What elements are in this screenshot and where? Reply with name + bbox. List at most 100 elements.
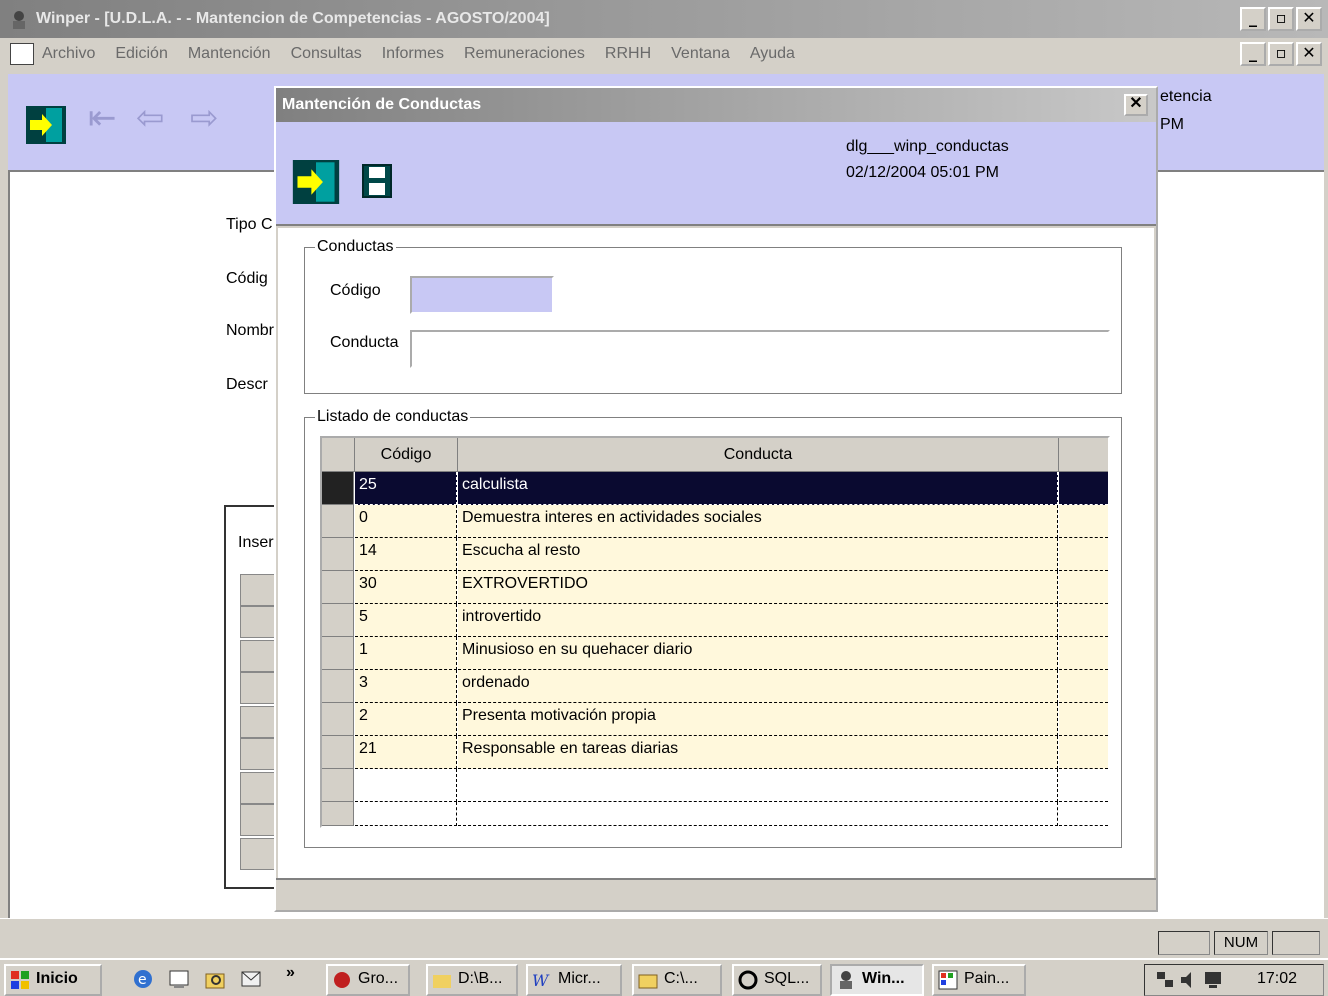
row-selector[interactable] [322, 703, 354, 736]
cell-conducta[interactable]: introvertido [458, 604, 1058, 637]
taskbar-chevron[interactable]: » [286, 964, 295, 982]
outlook-icon[interactable] [240, 968, 262, 990]
taskbar-button[interactable]: D:\B... [426, 964, 518, 996]
volume-icon[interactable] [1179, 970, 1199, 990]
codigo-input[interactable] [410, 276, 554, 314]
cell-empty [1059, 703, 1108, 736]
table-row[interactable]: 1 Minusioso en su quehacer diario [322, 637, 1108, 670]
windows-logo-icon [11, 971, 29, 989]
app-title-bar: Winper - [U.D.L.A. - - Mantencion de Com… [0, 0, 1328, 38]
table-row[interactable]: 3 ordenado [322, 670, 1108, 703]
cell-empty [1059, 769, 1108, 802]
row-selector[interactable] [322, 736, 354, 769]
cell-conducta[interactable]: calculista [458, 472, 1058, 505]
cell-codigo[interactable]: 1 [355, 637, 457, 670]
table-row[interactable]: 21 Responsable en tareas diarias [322, 736, 1108, 769]
sql-icon [738, 970, 758, 990]
row-selector[interactable] [322, 637, 354, 670]
table-row[interactable]: 30 EXTROVERTIDO [322, 571, 1108, 604]
cell-conducta[interactable]: Responsable en tareas diarias [458, 736, 1058, 769]
dialog-close-button[interactable]: ✕ [1124, 94, 1148, 116]
cell-conducta[interactable]: Presenta motivación propia [458, 703, 1058, 736]
first-record-icon[interactable]: ⇤ [88, 98, 117, 138]
taskbar-button[interactable]: W Micr... [526, 964, 622, 996]
cell-conducta[interactable] [458, 769, 1058, 802]
col-header-conducta[interactable]: Conducta [458, 438, 1059, 472]
menu-consultas[interactable]: Consultas [291, 45, 362, 63]
table-row[interactable]: 14 Escucha al resto [322, 538, 1108, 571]
cell-codigo[interactable] [355, 769, 457, 802]
taskbar-button[interactable]: Pain... [932, 964, 1026, 996]
row-selector[interactable] [322, 505, 354, 538]
cell-codigo[interactable]: 2 [355, 703, 457, 736]
listado-group-label: Listado de conductas [317, 408, 469, 425]
cell-codigo[interactable]: 0 [355, 505, 457, 538]
col-header-codigo[interactable]: Código [355, 438, 458, 472]
cell-conducta[interactable]: EXTROVERTIDO [458, 571, 1058, 604]
status-bar: NUM [0, 918, 1328, 956]
menu-archivo[interactable]: Archivo [42, 45, 95, 63]
cell-conducta[interactable]: Escucha al resto [458, 538, 1058, 571]
dialog-toolbar: dlg___winp_conductas 02/12/2004 05:01 PM [276, 122, 1156, 226]
cell-codigo[interactable]: 5 [355, 604, 457, 637]
child-restore-button[interactable]: ▫ [1268, 42, 1294, 66]
cell-conducta[interactable]: Demuestra interes en actividades sociale… [458, 505, 1058, 538]
row-selector[interactable] [322, 571, 354, 604]
clock: 17:02 [1257, 970, 1298, 987]
cell-codigo[interactable] [355, 802, 457, 826]
taskbar-button[interactable]: SQL... [732, 964, 822, 996]
row-selector[interactable] [322, 670, 354, 703]
table-row[interactable]: 0 Demuestra interes en actividades social… [322, 505, 1108, 538]
child-close-button[interactable]: ✕ [1296, 42, 1322, 66]
cell-codigo[interactable]: 14 [355, 538, 457, 571]
menu-informes[interactable]: Informes [382, 45, 444, 63]
table-row-empty[interactable] [322, 802, 1108, 826]
network-icon[interactable] [1155, 970, 1175, 990]
cell-codigo[interactable]: 21 [355, 736, 457, 769]
cell-codigo[interactable]: 25 [355, 472, 457, 505]
taskbar-button[interactable]: C:\... [632, 964, 722, 996]
ie-icon[interactable]: e [132, 968, 154, 990]
menu-remuneraciones[interactable]: Remuneraciones [464, 45, 585, 63]
taskbar-button[interactable]: Gro... [326, 964, 410, 996]
monitor-icon[interactable] [1203, 970, 1223, 990]
close-button[interactable]: ✕ [1296, 7, 1322, 31]
restore-button[interactable]: ▫ [1268, 7, 1294, 31]
row-selector[interactable] [322, 472, 354, 505]
taskbar: Inicio e » Gro... D:\B... W Micr... C:\..… [0, 958, 1328, 996]
mdi-system-menu-icon[interactable] [10, 43, 34, 65]
cell-conducta[interactable]: ordenado [458, 670, 1058, 703]
row-selector[interactable] [322, 538, 354, 571]
table-row[interactable]: 25 calculista [322, 472, 1108, 505]
groupwise-icon [334, 972, 350, 988]
table-row-empty[interactable] [322, 769, 1108, 802]
save-icon[interactable] [362, 164, 392, 198]
desktop-icon[interactable] [168, 968, 190, 990]
menu-mantencion[interactable]: Mantención [188, 45, 271, 63]
menu-edicion[interactable]: Edición [115, 45, 167, 63]
paint-icon [938, 970, 958, 990]
row-selector[interactable] [322, 769, 354, 802]
start-button[interactable]: Inicio [4, 964, 102, 996]
exit-door-icon[interactable] [26, 106, 66, 144]
table-row[interactable]: 5 introvertido [322, 604, 1108, 637]
explorer-icon[interactable] [204, 968, 226, 990]
table-row[interactable]: 2 Presenta motivación propia [322, 703, 1108, 736]
next-record-icon[interactable]: ⇨ [190, 98, 219, 138]
cell-conducta[interactable]: Minusioso en su quehacer diario [458, 637, 1058, 670]
child-minimize-button[interactable]: _ [1240, 42, 1266, 66]
exit-door-icon[interactable] [292, 160, 340, 204]
minimize-button[interactable]: _ [1240, 7, 1266, 31]
menu-ventana[interactable]: Ventana [671, 45, 730, 63]
conductas-dialog: Mantención de Conductas ✕ dlg___winp_con… [274, 86, 1158, 912]
cell-conducta[interactable] [458, 802, 1058, 826]
menu-rrhh[interactable]: RRHH [605, 45, 651, 63]
menu-ayuda[interactable]: Ayuda [750, 45, 795, 63]
cell-codigo[interactable]: 3 [355, 670, 457, 703]
prev-record-icon[interactable]: ⇦ [136, 98, 165, 138]
row-selector[interactable] [322, 802, 354, 826]
cell-codigo[interactable]: 30 [355, 571, 457, 604]
taskbar-button-active[interactable]: Win... [830, 964, 924, 996]
row-selector[interactable] [322, 604, 354, 637]
conducta-input[interactable] [410, 330, 1110, 368]
